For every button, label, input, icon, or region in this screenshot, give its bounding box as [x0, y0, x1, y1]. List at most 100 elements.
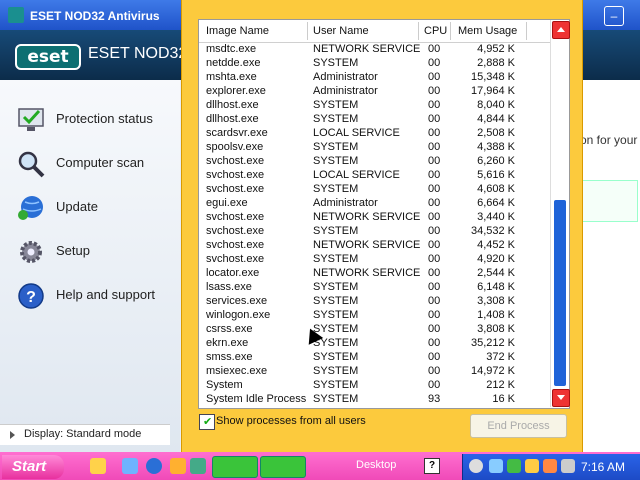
taskbar: Start Desktop ? 7:16 AM: [0, 452, 640, 480]
main-panel-box: [576, 180, 638, 222]
process-image-name: dllhost.exe: [206, 113, 259, 125]
process-row[interactable]: csrss.exe SYSTEM 00 3,808 K: [199, 322, 550, 336]
quicklaunch-icon[interactable]: [190, 458, 206, 474]
column-divider[interactable]: [526, 22, 527, 40]
process-cpu: 93: [428, 393, 441, 405]
process-row[interactable]: explorer.exe Administrator 00 17,964 K: [199, 84, 550, 98]
network-icon[interactable]: [489, 459, 503, 473]
help-tray-icon[interactable]: ?: [424, 458, 440, 474]
nav-label: Update: [56, 199, 98, 214]
fairy-icon[interactable]: [90, 458, 106, 474]
process-user-name: NETWORK SERVICE: [313, 43, 421, 55]
process-row[interactable]: svchost.exe NETWORK SERVICE 00 4,452 K: [199, 238, 550, 252]
process-image-name: winlogon.exe: [206, 309, 271, 321]
process-mem-usage: 8,040 K: [477, 99, 515, 111]
process-row[interactable]: smss.exe SYSTEM 00 372 K: [199, 350, 550, 364]
process-image-name: locator.exe: [206, 267, 260, 279]
tray-icon[interactable]: [507, 459, 521, 473]
minimize-button[interactable]: –: [604, 6, 624, 26]
system-tray: 7:16 AM: [462, 454, 640, 480]
process-row[interactable]: ekrn.exe SYSTEM 00 35,212 K: [199, 336, 550, 350]
process-row[interactable]: dllhost.exe SYSTEM 00 4,844 K: [199, 112, 550, 126]
process-user-name: SYSTEM: [313, 379, 359, 391]
process-mem-usage: 16 K: [492, 393, 515, 405]
nav-update[interactable]: Update: [16, 192, 176, 224]
protection-status-icon: [18, 108, 44, 131]
process-row[interactable]: services.exe SYSTEM 00 3,308 K: [199, 294, 550, 308]
end-process-button[interactable]: End Process: [470, 414, 567, 438]
process-row[interactable]: msiexec.exe SYSTEM 00 14,972 K: [199, 364, 550, 378]
eset-tray-icon[interactable]: [469, 459, 483, 473]
taskbar-task-eset[interactable]: [212, 456, 258, 478]
process-cpu: 00: [428, 351, 441, 363]
process-user-name: SYSTEM: [313, 99, 359, 111]
process-row[interactable]: locator.exe NETWORK SERVICE 00 2,544 K: [199, 266, 550, 280]
process-mem-usage: 212 K: [486, 379, 515, 391]
process-list[interactable]: Image Name User Name CPU Mem Usage msdtc…: [198, 19, 570, 409]
scroll-down-button[interactable]: [552, 389, 570, 407]
browser-icon[interactable]: [146, 458, 162, 474]
column-user-name[interactable]: User Name: [313, 25, 369, 37]
tray-icon[interactable]: [525, 459, 539, 473]
process-image-name: explorer.exe: [206, 85, 266, 97]
display-mode-toggle[interactable]: Display: Standard mode: [0, 424, 170, 445]
process-row[interactable]: egui.exe Administrator 00 6,664 K: [199, 196, 550, 210]
process-image-name: svchost.exe: [206, 155, 265, 167]
process-image-name: egui.exe: [206, 197, 248, 209]
process-cpu: 00: [428, 281, 441, 293]
process-user-name: LOCAL SERVICE: [313, 127, 400, 139]
process-image-name: msiexec.exe: [206, 365, 268, 377]
nav-label: Computer scan: [56, 155, 145, 170]
process-row[interactable]: svchost.exe LOCAL SERVICE 00 5,616 K: [199, 168, 550, 182]
process-image-name: spoolsv.exe: [206, 141, 264, 153]
desktop-toolbar-label[interactable]: Desktop: [356, 459, 396, 471]
show-desktop-icon[interactable]: [122, 458, 138, 474]
process-row[interactable]: netdde.exe SYSTEM 00 2,888 K: [199, 56, 550, 70]
nav-help-and-support[interactable]: ? Help and support: [16, 280, 176, 312]
process-cpu: 00: [428, 337, 441, 349]
scroll-up-button[interactable]: [552, 21, 570, 39]
column-mem-usage[interactable]: Mem Usage: [458, 25, 517, 37]
process-row[interactable]: System Idle Process SYSTEM 93 16 K: [199, 392, 550, 406]
column-divider[interactable]: [418, 22, 419, 40]
nav-computer-scan[interactable]: Computer scan: [16, 148, 176, 180]
process-user-name: SYSTEM: [313, 295, 359, 307]
show-all-users-checkbox[interactable]: ✔: [199, 414, 215, 430]
column-cpu[interactable]: CPU: [424, 25, 447, 37]
column-image-name[interactable]: Image Name: [206, 25, 269, 37]
process-mem-usage: 4,452 K: [477, 239, 515, 251]
process-user-name: SYSTEM: [313, 281, 359, 293]
process-row[interactable]: winlogon.exe SYSTEM 00 1,408 K: [199, 308, 550, 322]
process-row[interactable]: lsass.exe SYSTEM 00 6,148 K: [199, 280, 550, 294]
process-row[interactable]: svchost.exe NETWORK SERVICE 00 3,440 K: [199, 210, 550, 224]
process-mem-usage: 15,348 K: [470, 71, 515, 83]
show-all-users-label[interactable]: Show processes from all users: [216, 415, 366, 427]
media-icon[interactable]: [170, 458, 186, 474]
scrollbar-thumb[interactable]: [554, 200, 566, 386]
vertical-scrollbar[interactable]: [550, 20, 570, 407]
clock[interactable]: 7:16 AM: [581, 460, 625, 474]
gear-icon: [20, 241, 42, 263]
nav-setup[interactable]: Setup: [16, 236, 176, 268]
process-mem-usage: 4,388 K: [477, 141, 515, 153]
process-row[interactable]: msdtc.exe NETWORK SERVICE 00 4,952 K: [199, 42, 550, 56]
process-image-name: msdtc.exe: [206, 43, 257, 55]
tray-icon[interactable]: [543, 459, 557, 473]
process-row[interactable]: svchost.exe SYSTEM 00 34,532 K: [199, 224, 550, 238]
process-row[interactable]: svchost.exe SYSTEM 00 4,920 K: [199, 252, 550, 266]
speaker-icon[interactable]: [561, 459, 575, 473]
nav-protection-status[interactable]: Protection status: [16, 104, 176, 136]
process-row[interactable]: svchost.exe SYSTEM 00 4,608 K: [199, 182, 550, 196]
taskbar-task-taskmgr[interactable]: [260, 456, 306, 478]
process-row[interactable]: spoolsv.exe SYSTEM 00 4,388 K: [199, 140, 550, 154]
process-row[interactable]: mshta.exe Administrator 00 15,348 K: [199, 70, 550, 84]
process-row[interactable]: System SYSTEM 00 212 K: [199, 378, 550, 392]
start-button[interactable]: Start: [2, 455, 64, 479]
process-mem-usage: 2,508 K: [477, 127, 515, 139]
process-row[interactable]: scardsvr.exe LOCAL SERVICE 00 2,508 K: [199, 126, 550, 140]
column-divider[interactable]: [450, 22, 451, 40]
column-divider[interactable]: [307, 22, 308, 40]
process-user-name: NETWORK SERVICE: [313, 239, 421, 251]
process-row[interactable]: svchost.exe SYSTEM 00 6,260 K: [199, 154, 550, 168]
process-row[interactable]: dllhost.exe SYSTEM 00 8,040 K: [199, 98, 550, 112]
